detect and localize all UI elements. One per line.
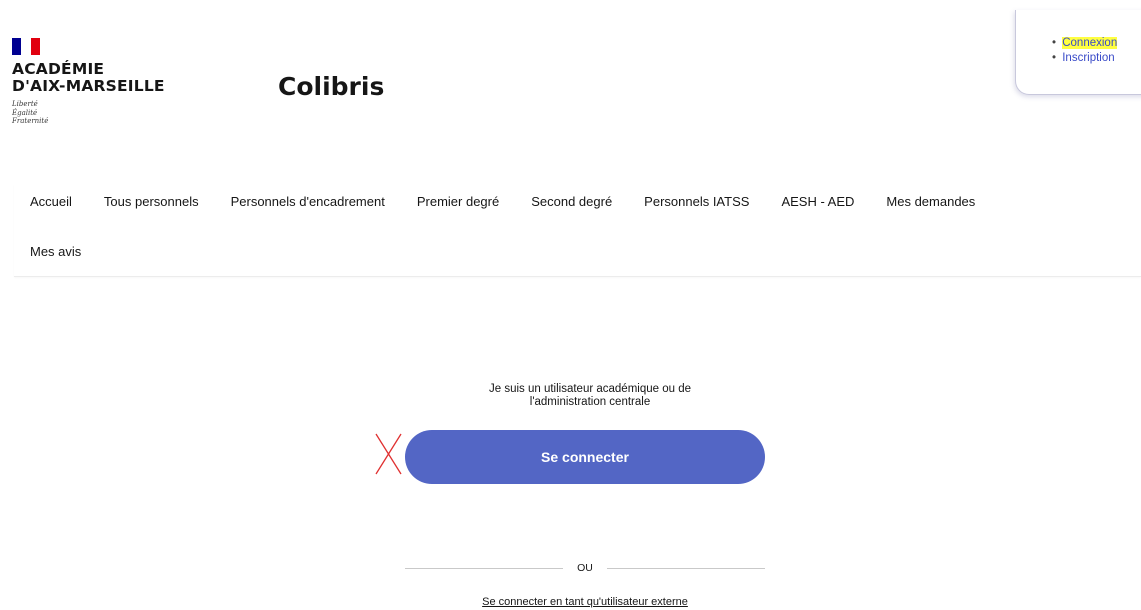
login-intro-text: Je suis un utilisateur académique ou de …	[440, 383, 740, 409]
academie-logo[interactable]: ACADÉMIE D'AIX-MARSEILLE Liberté Égalité…	[12, 38, 202, 126]
main-navigation: Accueil Tous personnels Personnels d'enc…	[14, 184, 1141, 277]
account-item-connexion: Connexion	[1052, 36, 1118, 51]
nav-item-premier-degre[interactable]: Premier degré	[401, 194, 515, 209]
inscription-link[interactable]: Inscription	[1062, 52, 1114, 64]
intro-line-1: Je suis un utilisateur académique ou de	[488, 383, 691, 395]
separator-line-left	[405, 567, 564, 569]
nav-item-accueil[interactable]: Accueil	[14, 194, 88, 209]
nav-row-2: Mes avis	[14, 236, 97, 266]
nav-item-personnels-encadrement[interactable]: Personnels d'encadrement	[215, 194, 401, 209]
service-name: Colibris	[278, 72, 385, 101]
account-links-list: Connexion Inscription	[1052, 36, 1118, 66]
external-user-login-link[interactable]: Se connecter en tant qu'utilisateur exte…	[405, 596, 765, 608]
motto-fraternite: Fraternité	[12, 117, 49, 125]
nav-item-aesh-aed[interactable]: AESH - AED	[765, 194, 870, 209]
intro-line-2: l'administration centrale	[529, 396, 651, 408]
nav-item-mes-demandes[interactable]: Mes demandes	[870, 194, 991, 209]
logo-title-line2: D'AIX-MARSEILLE	[12, 77, 165, 95]
account-menu: Connexion Inscription	[1015, 10, 1141, 95]
motto-liberte: Liberté	[12, 100, 38, 108]
red-cross-mark-icon	[375, 433, 402, 475]
separator-line-right	[606, 567, 765, 569]
se-connecter-button[interactable]: Se connecter	[405, 430, 765, 484]
nav-row-1: Accueil Tous personnels Personnels d'enc…	[14, 186, 991, 216]
or-separator: OU	[405, 558, 765, 578]
logo-title-line1: ACADÉMIE	[12, 60, 105, 78]
motto-egalite: Égalité	[12, 108, 38, 117]
nav-item-mes-avis[interactable]: Mes avis	[14, 244, 97, 259]
account-item-inscription: Inscription	[1052, 51, 1117, 66]
page: ACADÉMIE D'AIX-MARSEILLE Liberté Égalité…	[0, 0, 1141, 610]
connexion-link[interactable]: Connexion	[1062, 37, 1118, 49]
french-flag-icon	[12, 38, 40, 55]
nav-item-second-degre[interactable]: Second degré	[515, 194, 628, 209]
nav-item-personnels-iatss[interactable]: Personnels IATSS	[628, 194, 765, 209]
separator-text: OU	[577, 562, 593, 574]
nav-item-tous-personnels[interactable]: Tous personnels	[88, 194, 215, 209]
republic-motto: Liberté Égalité Fraternité	[12, 100, 202, 126]
